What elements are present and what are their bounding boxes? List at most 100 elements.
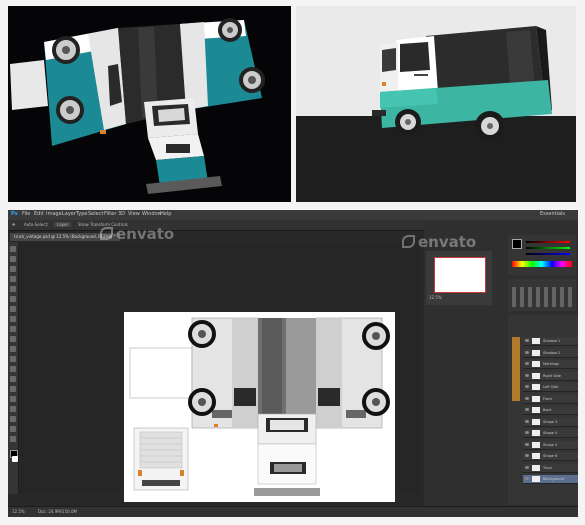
brush-tool-icon[interactable] (10, 316, 16, 322)
assembled-truck-illustration (296, 6, 576, 202)
status-zoom[interactable]: 12.5% (12, 509, 25, 514)
layer-row[interactable]: Left Side (523, 383, 578, 392)
layer-row[interactable]: Background (523, 475, 578, 484)
layer-thumbnail (532, 349, 540, 356)
layer-thumbnail (532, 430, 540, 436)
app-logo: Ps (11, 211, 18, 217)
layer-name: Shape 5 (543, 442, 558, 447)
menu-filter[interactable]: Filter (104, 211, 116, 217)
layer-name: Shadow 1 (543, 339, 561, 343)
blur-tool-icon[interactable] (10, 366, 16, 372)
envato-watermark-nav: envato (402, 233, 476, 251)
marquee-tool-icon[interactable] (10, 256, 16, 262)
photo-unfolded-papercraft (8, 6, 291, 202)
navigator-preview[interactable] (434, 257, 486, 293)
layer-row[interactable]: Shape 3 (523, 417, 578, 427)
hand-tool-icon[interactable] (10, 426, 16, 432)
green-slider[interactable] (526, 247, 570, 249)
quick-select-tool-icon[interactable] (10, 276, 16, 282)
menu-edit[interactable]: Edit (34, 211, 44, 217)
menu-file[interactable]: File (22, 211, 30, 217)
shape-tool-icon[interactable] (10, 416, 16, 422)
layer-row[interactable]: Back (523, 406, 578, 415)
watermark-text: envato (418, 233, 477, 251)
blue-slider[interactable] (526, 253, 570, 255)
layer-name: Shape 6 (543, 454, 558, 458)
visibility-eye-icon[interactable] (525, 362, 529, 365)
layer-row[interactable]: Shape 5 (523, 440, 578, 450)
layer-row[interactable]: Front (523, 394, 578, 404)
layer-name: Markings (543, 362, 559, 366)
visibility-eye-icon[interactable] (525, 442, 529, 446)
adjustment-icons[interactable] (512, 287, 572, 307)
layer-thumbnail (532, 361, 540, 367)
navigator-zoom[interactable]: 12.5% (429, 295, 442, 300)
move-tool-icon[interactable]: ✥ (12, 222, 15, 227)
visibility-eye-icon[interactable] (525, 350, 529, 354)
menu-image[interactable]: Image (46, 211, 62, 217)
pen-tool-icon[interactable] (10, 386, 16, 392)
layer-name: Left Side (543, 385, 559, 389)
photo-assembled-truck (296, 6, 576, 202)
visibility-eye-icon[interactable] (525, 419, 529, 423)
healing-tool-icon[interactable] (10, 306, 16, 312)
auto-select-dropdown[interactable]: Layer (54, 222, 72, 227)
tools-panel (8, 242, 19, 494)
gradient-tool-icon[interactable] (10, 356, 16, 362)
path-select-tool-icon[interactable] (10, 406, 16, 412)
red-slider[interactable] (526, 241, 570, 243)
visibility-eye-icon[interactable] (525, 373, 529, 377)
zoom-tool-icon[interactable] (10, 436, 16, 442)
status-bar: 12.5% Doc: 24.9M/150.0M (8, 506, 578, 517)
eyedropper-tool-icon[interactable] (10, 296, 16, 302)
color-panel (508, 235, 576, 275)
layer-thumbnail (532, 338, 540, 344)
document-canvas-area[interactable]: envato (20, 225, 420, 502)
visibility-eye-icon[interactable] (525, 465, 529, 469)
layer-name: Background (543, 477, 564, 481)
menu-help[interactable]: Help (160, 211, 171, 217)
layer-row[interactable]: Shadow 2 (523, 348, 578, 358)
layer-thumbnail (532, 464, 540, 471)
dodge-tool-icon[interactable] (10, 376, 16, 382)
menu-type[interactable]: Type (76, 211, 87, 217)
foreground-color-swatch[interactable] (512, 239, 522, 249)
layer-name: Back (543, 408, 552, 412)
menu-view[interactable]: View (128, 211, 140, 217)
layer-row[interactable]: Shape 6 (523, 452, 578, 461)
visibility-eye-icon[interactable] (525, 477, 529, 480)
visibility-eye-icon[interactable] (525, 385, 529, 388)
color-spectrum-bar[interactable] (512, 261, 572, 267)
navigator-panel: 12.5% (426, 251, 492, 305)
layer-row[interactable]: Truck (523, 463, 578, 473)
background-color-swatch[interactable] (12, 456, 18, 462)
lasso-tool-icon[interactable] (10, 266, 16, 272)
menu-layer[interactable]: Layer (62, 211, 76, 217)
document-page[interactable] (124, 312, 395, 502)
visibility-eye-icon[interactable] (525, 431, 529, 434)
visibility-eye-icon[interactable] (525, 339, 529, 342)
layer-thumbnail (532, 441, 540, 448)
menu-3d[interactable]: 3D (118, 211, 125, 217)
menu-select[interactable]: Select (88, 211, 103, 217)
eraser-tool-icon[interactable] (10, 346, 16, 352)
layer-name: Truck (543, 465, 553, 470)
stamp-tool-icon[interactable] (10, 326, 16, 332)
workspace-switcher[interactable]: Essentials (540, 211, 565, 217)
visibility-eye-icon[interactable] (525, 396, 529, 400)
move-tool-icon[interactable] (10, 246, 16, 252)
crop-tool-icon[interactable] (10, 286, 16, 292)
menu-window[interactable]: Window (142, 211, 162, 217)
type-tool-icon[interactable] (10, 396, 16, 402)
visibility-eye-icon[interactable] (525, 454, 529, 457)
layer-row[interactable]: Shape 4 (523, 429, 578, 438)
layer-row[interactable]: Markings (523, 360, 578, 369)
envato-watermark: envato (100, 225, 174, 243)
layer-row[interactable]: Shadow 1 (523, 337, 578, 346)
auto-select-label[interactable]: Auto-Select: (24, 222, 49, 227)
layer-row[interactable]: Right Side (523, 371, 578, 381)
history-brush-tool-icon[interactable] (10, 336, 16, 342)
visibility-eye-icon[interactable] (525, 408, 529, 411)
envato-leaf-icon (402, 235, 415, 248)
adjustments-panel (508, 279, 576, 311)
